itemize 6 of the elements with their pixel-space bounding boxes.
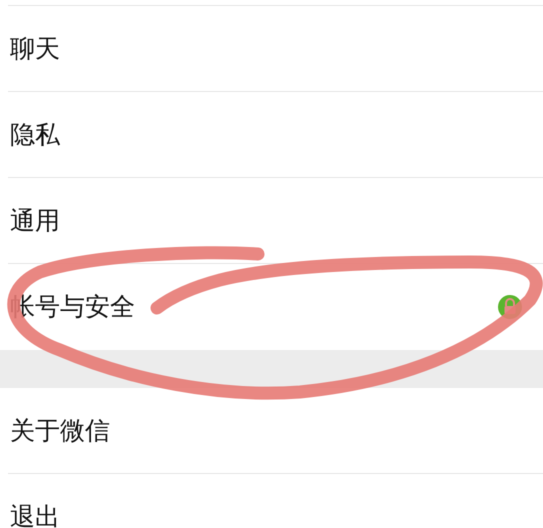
settings-item[interactable]: 聊天: [8, 6, 543, 92]
settings-item[interactable]: 帐号与安全: [8, 264, 543, 350]
settings-item[interactable]: 退出: [8, 474, 543, 528]
settings-item[interactable]: 关于微信: [8, 388, 543, 474]
settings-item[interactable]: 通用: [8, 178, 543, 264]
settings-item[interactable]: 隐私: [8, 92, 543, 178]
